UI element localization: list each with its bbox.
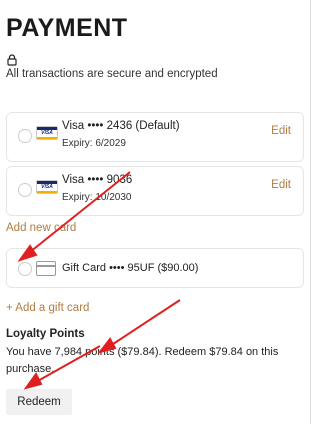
card-radio[interactable] [18, 183, 32, 197]
visa-card-icon: VISA [36, 180, 58, 194]
edit-card-button[interactable]: Edit [271, 179, 291, 191]
card-label: Visa •••• 2436 (Default) [62, 120, 180, 132]
lock-icon [7, 54, 17, 66]
gift-card-label: Gift Card •••• 95UF ($90.00) [62, 262, 199, 274]
redeem-button[interactable]: Redeem [6, 389, 72, 415]
card-expiry: Expiry: 10/2030 [62, 192, 132, 203]
add-new-card-link[interactable]: Add new card [6, 222, 76, 234]
edit-card-button[interactable]: Edit [271, 125, 291, 137]
saved-card-2[interactable]: VISA Visa •••• 9036 Expiry: 10/2030 Edit [6, 166, 304, 216]
gift-card-radio[interactable] [18, 262, 32, 276]
visa-card-icon: VISA [36, 126, 58, 140]
saved-card-1[interactable]: VISA Visa •••• 2436 (Default) Expiry: 6/… [6, 112, 304, 162]
gift-card-option[interactable]: Gift Card •••• 95UF ($90.00) [6, 248, 304, 288]
card-label: Visa •••• 9036 [62, 174, 133, 186]
card-radio[interactable] [18, 129, 32, 143]
page-title: PAYMENT [6, 14, 128, 42]
add-gift-card-link[interactable]: + Add a gift card [6, 302, 89, 314]
gift-card-icon [36, 261, 56, 276]
card-expiry: Expiry: 6/2029 [62, 138, 126, 149]
secure-text: All transactions are secure and encrypte… [6, 68, 218, 80]
loyalty-text: You have 7,984 points ($79.84). Redeem $… [6, 346, 279, 375]
loyalty-title: Loyalty Points [6, 328, 85, 340]
